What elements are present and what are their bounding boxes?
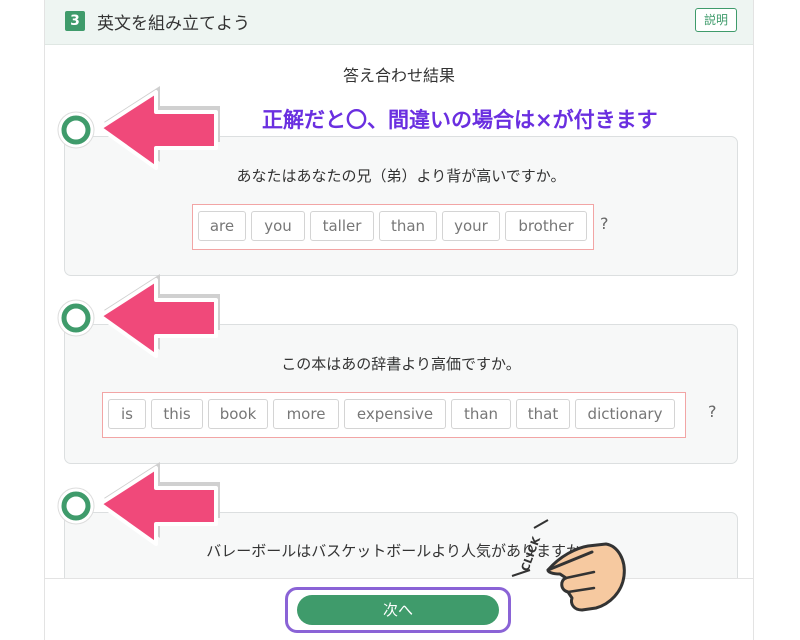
word-tile[interactable]: book: [208, 399, 268, 429]
word-tile[interactable]: is: [108, 399, 146, 429]
footer-bar: 次へ: [45, 578, 753, 640]
question-mark: ?: [708, 402, 717, 421]
section-title: 英文を組み立てよう: [97, 14, 250, 34]
step-number-badge: 3: [65, 11, 85, 31]
annotation-text: 正解だと〇、間違いの場合は×が付きます: [262, 108, 658, 132]
question-card-1: あなたはあなたの兄（弟）より背が高いですか。 are you taller th…: [64, 136, 738, 276]
word-tile[interactable]: than: [451, 399, 511, 429]
word-tile[interactable]: are: [198, 211, 246, 241]
question-prompt: あなたはあなたの兄（弟）より背が高いですか。: [236, 167, 566, 185]
help-button[interactable]: 説明: [694, 8, 737, 32]
question-mark: ?: [600, 214, 609, 233]
word-tile[interactable]: dictionary: [575, 399, 675, 429]
question-card-2: この本はあの辞書より高価ですか。 is this book more expen…: [64, 324, 738, 464]
word-tile[interactable]: taller: [310, 211, 374, 241]
word-tile[interactable]: expensive: [344, 399, 446, 429]
result-title: 答え合わせ結果: [342, 66, 455, 85]
word-tile[interactable]: your: [442, 211, 500, 241]
word-tile[interactable]: you: [251, 211, 305, 241]
next-button[interactable]: 次へ: [297, 595, 499, 625]
next-button-highlight: 次へ: [285, 587, 511, 633]
word-tile[interactable]: this: [151, 399, 203, 429]
question-prompt: バレーボールはバスケットボールより人気がありますか。: [206, 542, 596, 560]
word-tile[interactable]: brother: [505, 211, 587, 241]
answer-box: are you taller than your brother: [192, 204, 594, 250]
word-tile[interactable]: that: [516, 399, 570, 429]
word-tile[interactable]: more: [273, 399, 339, 429]
section-header: 3 英文を組み立てよう 説明: [45, 0, 753, 45]
word-tile[interactable]: than: [379, 211, 437, 241]
question-prompt: この本はあの辞書より高価ですか。: [281, 355, 521, 373]
answer-box: is this book more expensive than that di…: [102, 392, 686, 438]
app-frame: 3 英文を組み立てよう 説明 答え合わせ結果 あなたはあなたの兄（弟）より背が高…: [44, 0, 754, 640]
